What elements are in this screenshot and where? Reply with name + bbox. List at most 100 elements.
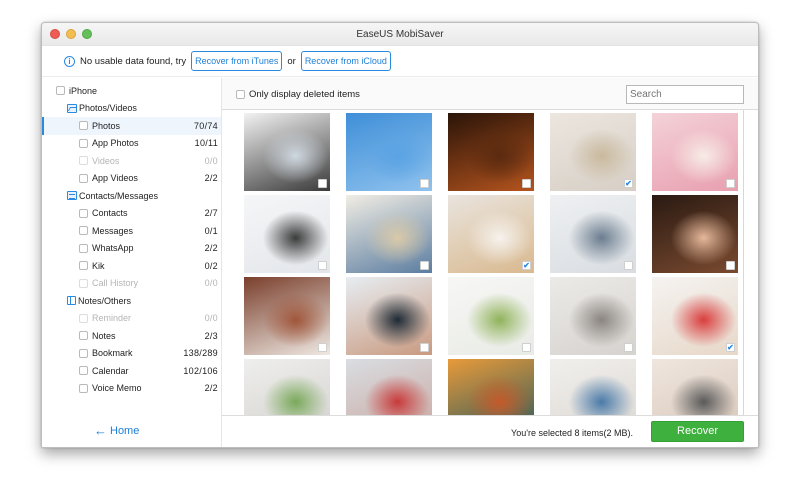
tree-item-app-photos[interactable]: App Photos 10/11 [42,135,221,153]
iphone-checkbox[interactable] [56,86,65,96]
contacts-icon [67,191,77,201]
arrow-left-icon: ← [94,423,107,438]
tree-item-label: Kik [92,260,105,271]
tree-item-label: Bookmark [92,348,133,359]
thumbnail-checkbox[interactable] [420,179,429,188]
thumbnail-checkbox[interactable] [726,261,735,270]
tree-item-count: 2/3 [204,330,218,341]
photo-thumbnail[interactable]: ✔ [550,113,636,191]
item-checkbox [79,313,88,323]
item-checkbox[interactable] [79,121,88,131]
tree-item-messages[interactable]: Messages 0/1 [42,222,221,240]
tree-item-bookmark[interactable]: Bookmark 138/289 [42,345,221,363]
tree-item-whatsapp[interactable]: WhatsApp 2/2 [42,240,221,258]
tree-category-label: Contacts/Messages [79,190,159,201]
tree-root-iphone[interactable]: iPhone [42,82,221,100]
thumbnail-checkbox[interactable] [522,179,531,188]
item-checkbox[interactable] [79,243,88,253]
photo-thumbnail[interactable] [550,195,636,273]
tree-item-label: Videos [92,155,120,166]
tree-item-app-videos[interactable]: App Videos 2/2 [42,170,221,188]
thumbnail-checkbox[interactable] [318,179,327,188]
item-checkbox [79,278,88,288]
thumbnail-checkbox[interactable] [726,179,735,188]
item-checkbox[interactable] [79,208,88,218]
item-checkbox[interactable] [79,173,88,183]
tree-category-contacts-messages[interactable]: Contacts/Messages [42,187,221,205]
photo-thumbnail[interactable] [346,113,432,191]
photo-thumbnail[interactable]: ✔ [652,277,738,355]
photo-thumbnail[interactable] [550,277,636,355]
photo-thumbnail[interactable] [550,359,636,415]
thumbnail-checkbox[interactable] [522,343,531,352]
photo-thumbnail[interactable] [652,113,738,191]
home-label: Home [110,425,140,437]
only-deleted-filter[interactable]: Only display deleted items [236,89,360,100]
photo-thumbnail[interactable] [244,359,330,415]
or-text: or [287,55,296,67]
photo-thumbnail[interactable] [346,359,432,415]
tree-item-label: Notes [92,330,116,341]
sidebar: iPhone Photos/Videos Photos 70/74 App Photo… [42,78,222,447]
thumbnail-checkbox-checked[interactable]: ✔ [726,343,735,352]
thumbnail-checkbox[interactable] [624,343,633,352]
tree-item-count: 0/2 [204,260,218,271]
photo-thumbnail[interactable] [244,277,330,355]
recover-from-itunes-button[interactable]: Recover from iTunes [191,51,283,71]
tree-category-label: Notes/Others [78,295,132,306]
tree-item-calendar[interactable]: Calendar 102/106 [42,362,221,380]
thumbnail-checkbox-checked[interactable]: ✔ [624,179,633,188]
tree-item-label: App Photos [92,138,139,149]
tree-item-count: 0/1 [204,225,218,236]
thumbnail-checkbox-checked[interactable]: ✔ [522,261,531,270]
recover-from-icloud-button[interactable]: Recover from iCloud [300,51,391,71]
photo-thumbnail[interactable] [448,359,534,415]
item-checkbox[interactable] [79,331,88,341]
grid-scrollbar[interactable] [744,110,758,415]
item-checkbox[interactable] [79,226,88,236]
recover-button[interactable]: Recover [651,421,744,442]
photo-grid-area: ✔ ✔ ✔ [222,110,744,415]
photo-thumbnail[interactable]: ✔ [448,195,534,273]
photo-thumbnail[interactable] [652,195,738,273]
tree-item-label: Calendar [92,365,129,376]
item-checkbox[interactable] [79,366,88,376]
item-checkbox[interactable] [79,261,88,271]
tree-item-label: Reminder [92,313,132,324]
item-checkbox[interactable] [79,348,88,358]
photo-thumbnail[interactable] [346,195,432,273]
home-link[interactable]: ← Home [94,423,140,438]
footer: You're selected 8 items(2 MB). Recover [222,415,758,447]
thumbnail-checkbox[interactable] [420,343,429,352]
tree-item-count: 2/7 [204,208,218,219]
title-bar: EaseUS MobiSaver [42,23,758,46]
tree-item-label: Voice Memo [92,383,142,394]
tree-item-notes[interactable]: Notes 2/3 [42,327,221,345]
tree-item-kik[interactable]: Kik 0/2 [42,257,221,275]
photo-thumbnail[interactable] [448,113,534,191]
tree-item-voice-memo[interactable]: Voice Memo 2/2 [42,380,221,398]
tree-item-call-history: Call History 0/0 [42,275,221,293]
search-input[interactable] [626,85,744,104]
tree-root-label: iPhone [69,85,98,96]
tree-category-photos-videos[interactable]: Photos/Videos [42,100,221,118]
tree-item-label: Contacts [92,208,128,219]
photo-thumbnail[interactable] [244,195,330,273]
photo-thumbnail[interactable] [652,359,738,415]
thumbnail-checkbox[interactable] [624,261,633,270]
tree-item-contacts[interactable]: Contacts 2/7 [42,205,221,223]
photo-thumbnail[interactable] [346,277,432,355]
main-panel: Only display deleted items ✔ ✔ ✔ You're se… [222,78,758,447]
item-checkbox[interactable] [79,138,88,148]
tree-item-count: 102/106 [183,365,218,376]
photo-thumbnail[interactable] [448,277,534,355]
thumbnail-checkbox[interactable] [318,261,327,270]
thumbnail-checkbox[interactable] [420,261,429,270]
only-deleted-checkbox[interactable] [236,90,245,99]
tree-item-count: 138/289 [183,348,218,359]
thumbnail-checkbox[interactable] [318,343,327,352]
tree-item-photos[interactable]: Photos 70/74 [42,117,221,135]
item-checkbox[interactable] [79,383,88,393]
photo-thumbnail[interactable] [244,113,330,191]
tree-category-notes-others[interactable]: Notes/Others [42,292,221,310]
